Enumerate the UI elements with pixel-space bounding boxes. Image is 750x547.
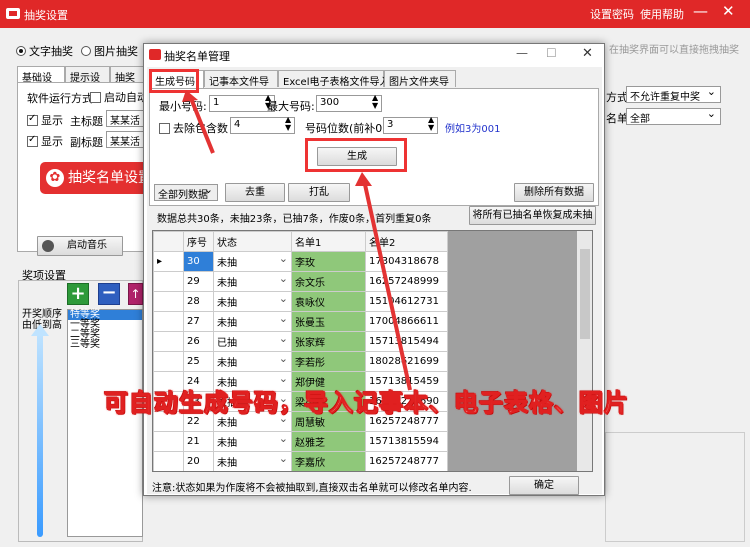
arrow-to-tab <box>188 95 215 154</box>
pointer-arrows <box>182 90 412 391</box>
feature-caption: 可自动生成号码，导入记事本、电子表格、图片 <box>104 389 629 418</box>
arrow-head-icon <box>182 90 198 102</box>
arrow-to-generate <box>362 179 412 391</box>
arrow-head-icon <box>355 172 372 186</box>
